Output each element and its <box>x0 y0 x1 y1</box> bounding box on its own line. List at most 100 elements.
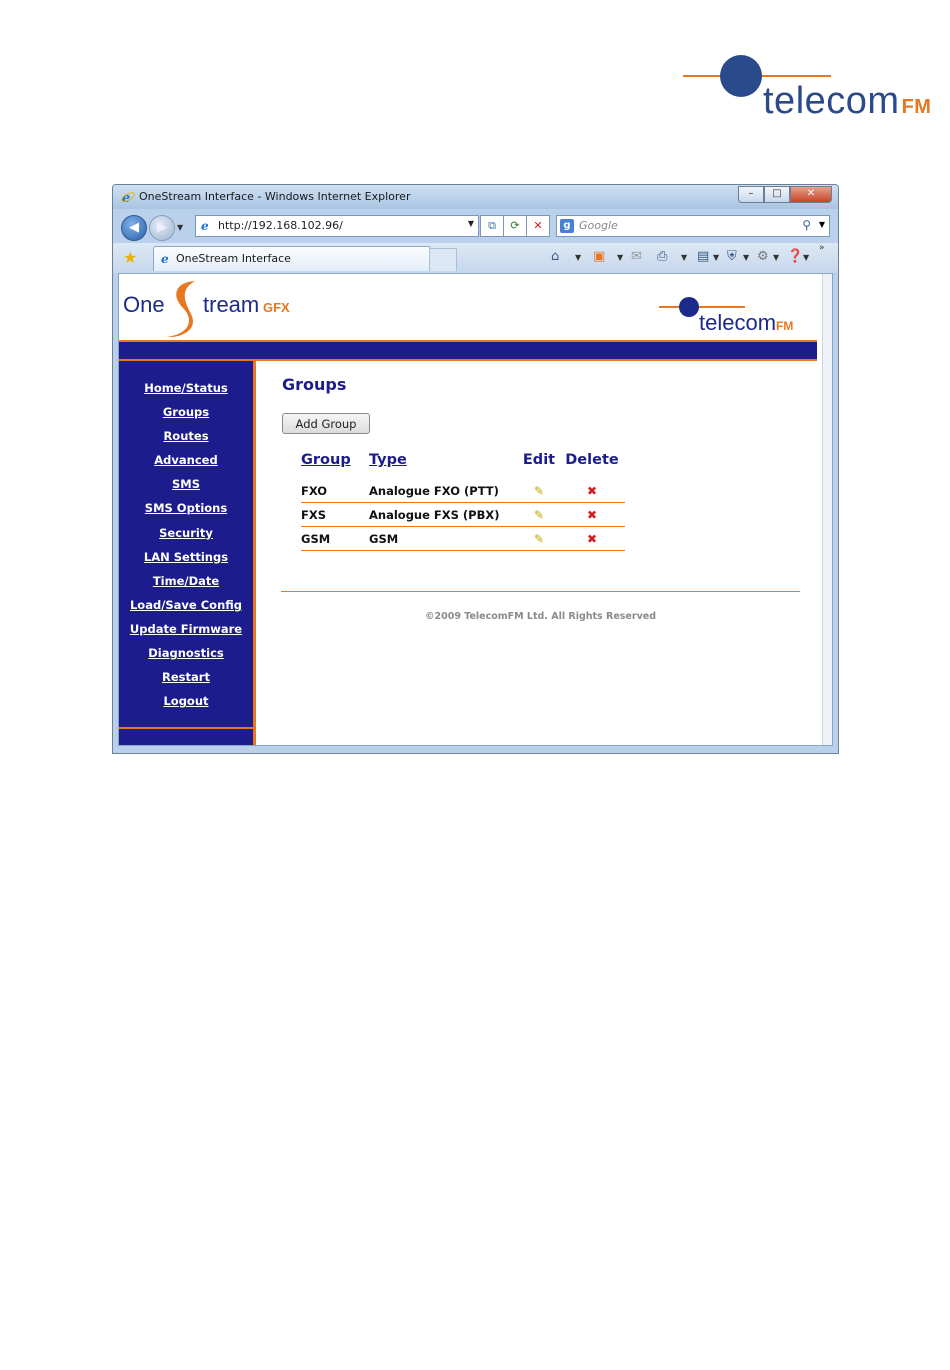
table-row: GSM GSM ✎ ✖ <box>301 526 625 551</box>
nav-lan-settings-link[interactable]: LAN Settings <box>144 550 228 564</box>
forward-arrow-icon[interactable]: ▶ <box>149 215 175 241</box>
add-group-button[interactable]: Add Group <box>282 413 370 434</box>
nav-item: SMS Options <box>119 497 253 521</box>
edit-pencil-icon[interactable]: ✎ <box>534 532 544 546</box>
delete-cell: ✖ <box>559 479 625 503</box>
nav-item: Advanced <box>119 449 253 473</box>
nav-item: Logout <box>119 690 253 714</box>
edit-cell: ✎ <box>519 502 559 527</box>
window-title: OneStream Interface - Windows Internet E… <box>139 190 411 203</box>
nav-update-firmware-link[interactable]: Update Firmware <box>130 622 242 636</box>
edit-pencil-icon[interactable]: ✎ <box>534 508 544 522</box>
svg-text:e: e <box>201 219 209 232</box>
minimize-button[interactable]: – <box>738 186 764 203</box>
nav-home-status-link[interactable]: Home/Status <box>144 381 228 395</box>
nav-diagnostics-link[interactable]: Diagnostics <box>148 646 224 660</box>
history-dropdown-icon[interactable]: ▼ <box>177 223 183 232</box>
back-arrow-icon[interactable]: ◀ <box>121 215 147 241</box>
groups-table: Group Type Edit Delete FXO Analogue FXO … <box>301 451 625 551</box>
site-logo-word: telecom <box>699 310 777 335</box>
edit-cell: ✎ <box>519 479 559 503</box>
nav-time-date-link[interactable]: Time/Date <box>153 574 219 588</box>
url-field[interactable]: e http://192.168.102.96/ ▼ <box>195 215 479 237</box>
favorites-star-icon[interactable]: ★ <box>123 248 137 267</box>
search-dropdown-icon[interactable]: ▼ <box>819 220 825 229</box>
site-header: One tream GFX telecomFM <box>119 274 832 344</box>
print-icon[interactable]: ⎙ <box>657 249 667 264</box>
delete-column-header: Delete <box>565 452 619 468</box>
nav-load-save-config-link[interactable]: Load/Save Config <box>130 598 242 612</box>
safety-shield-icon[interactable]: ⛨ <box>727 249 737 264</box>
site-logo-fm: FM <box>776 319 794 333</box>
stop-icon[interactable]: ✕ <box>526 215 550 237</box>
help-icon[interactable]: ❓ <box>787 249 803 264</box>
nav-restart-link[interactable]: Restart <box>162 670 210 684</box>
help-dropdown-icon[interactable]: ▼ <box>803 253 809 262</box>
home-dropdown-icon[interactable]: ▼ <box>575 253 581 262</box>
delete-x-icon[interactable]: ✖ <box>587 484 597 498</box>
feeds-dropdown-icon[interactable]: ▼ <box>617 253 623 262</box>
edit-cell: ✎ <box>519 526 559 551</box>
tab-ie-icon: e <box>161 252 169 265</box>
home-icon[interactable]: ⌂ <box>551 249 559 264</box>
delete-x-icon[interactable]: ✖ <box>587 508 597 522</box>
sidebar-bottom-divider <box>119 727 253 729</box>
logo-gfx-text: GFX <box>263 300 290 315</box>
footer-divider <box>281 591 800 592</box>
page-ie-icon: e <box>201 219 209 232</box>
mail-icon[interactable]: ✉ <box>631 249 642 264</box>
nav-groups-link[interactable]: Groups <box>163 405 209 419</box>
logo-globe-icon <box>720 55 762 97</box>
telecomfm-site-logo: telecomFM <box>659 294 829 340</box>
nav-item: Load/Save Config <box>119 594 253 618</box>
search-input[interactable]: g Google ⚲ ▼ <box>556 215 830 237</box>
sidebar-nav: Home/Status Groups Routes Advanced SMS S… <box>119 361 256 745</box>
logo-swoosh-icon <box>167 281 195 338</box>
page-dropdown-icon[interactable]: ▼ <box>713 253 719 262</box>
logo-wordmark: telecom FM <box>763 80 931 123</box>
nav-item: Routes <box>119 425 253 449</box>
title-bar[interactable]: e OneStream Interface - Windows Internet… <box>113 185 838 209</box>
tools-gear-icon[interactable]: ⚙ <box>757 249 769 264</box>
compatibility-icon[interactable]: ⧉ <box>480 215 504 237</box>
close-button[interactable]: ✕ <box>790 186 832 203</box>
group-cell: FXS <box>301 502 369 527</box>
nav-item: Update Firmware <box>119 618 253 642</box>
vertical-scrollbar[interactable] <box>822 274 832 745</box>
group-column-header[interactable]: Group <box>301 451 369 479</box>
telecomfm-page-logo: telecom FM <box>683 52 948 124</box>
table-row: FXS Analogue FXS (PBX) ✎ ✖ <box>301 502 625 527</box>
type-column-header[interactable]: Type <box>369 451 519 479</box>
url-dropdown-icon[interactable]: ▼ <box>468 219 474 228</box>
tab-bar: ★ e OneStream Interface ⌂ ▼ ▣ ▼ ✉ ⎙ ▼ ▤ … <box>113 243 838 273</box>
search-placeholder: Google <box>579 219 618 232</box>
tab-onestream[interactable]: e OneStream Interface <box>153 246 431 271</box>
maximize-button[interactable]: □ <box>764 186 790 203</box>
new-tab-button[interactable] <box>429 248 457 271</box>
page-menu-icon[interactable]: ▤ <box>697 249 709 264</box>
nav-sms-options-link[interactable]: SMS Options <box>145 501 227 515</box>
safety-dropdown-icon[interactable]: ▼ <box>743 253 749 262</box>
type-cell: Analogue FXS (PBX) <box>369 502 519 527</box>
delete-cell: ✖ <box>559 502 625 527</box>
nav-item: Groups <box>119 401 253 425</box>
nav-routes-link[interactable]: Routes <box>163 429 208 443</box>
search-icon[interactable]: ⚲ <box>802 218 811 232</box>
nav-logout-link[interactable]: Logout <box>163 694 208 708</box>
print-dropdown-icon[interactable]: ▼ <box>681 253 687 262</box>
edit-column-header: Edit <box>522 452 556 468</box>
more-chevron-icon[interactable]: » <box>819 243 825 253</box>
feeds-icon[interactable]: ▣ <box>593 249 605 264</box>
nav-sms-link[interactable]: SMS <box>172 477 200 491</box>
tools-dropdown-icon[interactable]: ▼ <box>773 253 779 262</box>
browser-window: e OneStream Interface - Windows Internet… <box>112 184 839 754</box>
refresh-icon[interactable]: ⟳ <box>503 215 527 237</box>
nav-advanced-link[interactable]: Advanced <box>154 453 217 467</box>
logo-stream-text: tream <box>203 292 260 317</box>
group-cell: GSM <box>301 526 369 551</box>
nav-item: SMS <box>119 473 253 497</box>
nav-item: Restart <box>119 666 253 690</box>
delete-x-icon[interactable]: ✖ <box>587 532 597 546</box>
edit-pencil-icon[interactable]: ✎ <box>534 484 544 498</box>
nav-security-link[interactable]: Security <box>159 526 213 540</box>
